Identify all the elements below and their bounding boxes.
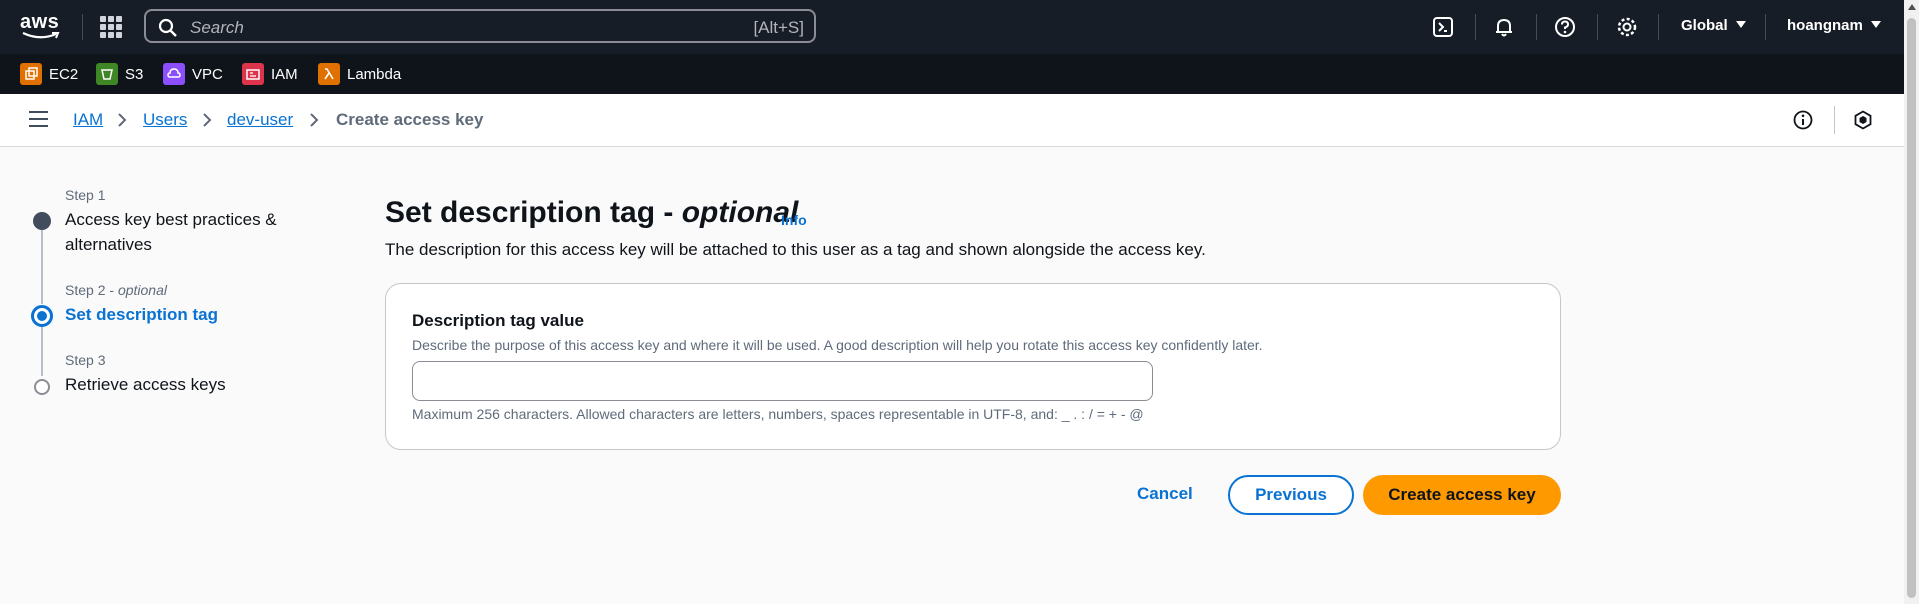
account-menu[interactable]: hoangnam	[1787, 17, 1881, 34]
create-access-key-button[interactable]: Create access key	[1363, 475, 1561, 515]
scrollbar[interactable]	[1904, 0, 1919, 604]
divider	[1536, 14, 1537, 40]
description-tag-container: Description tag value Describe the purpo…	[385, 283, 1561, 450]
favorite-vpc[interactable]: VPC	[163, 62, 223, 86]
ec2-icon	[20, 63, 42, 85]
region-selector[interactable]: Global	[1681, 17, 1746, 34]
account-name: hoangnam	[1787, 17, 1863, 34]
divider	[82, 14, 83, 40]
s3-icon	[96, 63, 118, 85]
step-connector	[41, 327, 43, 376]
iam-icon	[242, 63, 264, 85]
caret-down-icon	[1870, 21, 1881, 28]
breadcrumb-iam[interactable]: IAM	[73, 110, 103, 130]
breadcrumb-users[interactable]: Users	[143, 110, 187, 130]
breadcrumb-bar: IAM Users dev-user Create access key	[0, 94, 1904, 147]
chevron-right-icon	[203, 113, 212, 127]
favorite-lambda[interactable]: Lambda	[318, 62, 401, 86]
breadcrumb-current: Create access key	[336, 110, 484, 129]
settings-icon[interactable]	[1614, 14, 1640, 40]
services-menu-icon[interactable]	[100, 16, 122, 38]
step-3-pending-dot	[34, 379, 50, 395]
divider	[1765, 14, 1766, 40]
description-tag-input[interactable]	[412, 361, 1153, 401]
chevron-right-icon	[118, 113, 127, 127]
step-3-number: Step 3	[65, 352, 106, 368]
aws-logo[interactable]: aws	[20, 12, 64, 42]
divider	[1658, 14, 1659, 40]
step-1-number: Step 1	[65, 187, 106, 203]
page-title: Set description tag - optional	[385, 196, 799, 229]
page-description: The description for this access key will…	[385, 240, 1206, 259]
breadcrumb-dev-user[interactable]: dev-user	[227, 110, 293, 130]
vpc-icon	[163, 63, 185, 85]
region-label: Global	[1681, 17, 1728, 34]
favorite-s3[interactable]: S3	[96, 62, 143, 86]
step-1-title[interactable]: Access key best practices & alternatives	[65, 207, 277, 257]
description-tag-help: Describe the purpose of this access key …	[412, 337, 1263, 353]
search-box[interactable]: Search [Alt+S]	[144, 9, 816, 43]
step-2-active-dot	[31, 305, 53, 327]
step-2-number: Step 2 - optional	[65, 282, 167, 298]
step-1-complete-dot	[33, 212, 51, 230]
search-placeholder: Search	[190, 18, 244, 37]
help-icon[interactable]	[1552, 14, 1578, 40]
description-tag-constraint: Maximum 256 characters. Allowed characte…	[412, 406, 1144, 422]
description-tag-label: Description tag value	[412, 311, 584, 330]
caret-down-icon	[1735, 21, 1746, 28]
aws-logo-text: aws	[20, 11, 60, 33]
divider	[1597, 14, 1598, 40]
favorite-iam[interactable]: IAM	[242, 62, 298, 86]
scrollbar-thumb[interactable]	[1907, 18, 1916, 598]
search-icon	[158, 18, 177, 37]
feedback-icon[interactable]	[1853, 110, 1873, 130]
step-connector	[41, 230, 43, 304]
divider	[1475, 14, 1476, 40]
menu-icon[interactable]	[29, 111, 48, 127]
bell-icon[interactable]	[1491, 14, 1517, 40]
favorite-ec2[interactable]: EC2	[20, 62, 78, 86]
scroll-up-arrow-icon[interactable]	[1908, 4, 1916, 10]
favorites-bar: EC2 S3 VPC IAM Lambda	[0, 54, 1904, 94]
lambda-icon	[318, 63, 340, 85]
step-2-title: Set description tag	[65, 305, 219, 324]
top-navigation: aws Search [Alt+S] Global hoangnam	[0, 0, 1904, 54]
aws-smile-icon	[22, 32, 60, 39]
divider	[1834, 106, 1835, 134]
cloudshell-icon[interactable]	[1430, 14, 1456, 40]
cancel-button[interactable]: Cancel	[1137, 484, 1193, 504]
info-icon[interactable]	[1793, 110, 1813, 130]
previous-button[interactable]: Previous	[1228, 475, 1354, 515]
info-link[interactable]: Info	[781, 212, 807, 228]
search-shortcut: [Alt+S]	[753, 18, 804, 37]
chevron-right-icon	[310, 113, 319, 127]
step-3-title: Retrieve access keys	[65, 375, 226, 394]
